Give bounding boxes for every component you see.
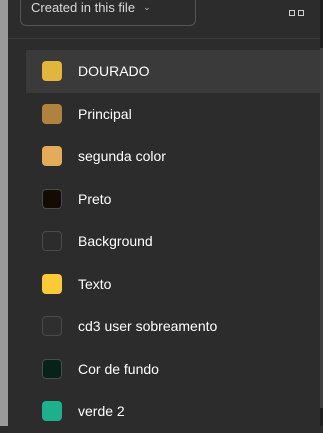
color-style-label: cd3 user sobreamento: [78, 318, 218, 335]
filter-dropdown-label: Created in this file: [31, 0, 136, 15]
grid-cell-right: [298, 10, 304, 16]
color-style-item[interactable]: Preto: [26, 178, 320, 221]
color-style-list: DOURADO Principal segunda color Preto Backgr…: [26, 50, 320, 433]
color-style-label: Principal: [78, 105, 132, 122]
color-style-item[interactable]: cd3 user sobreamento: [26, 305, 320, 348]
color-style-item[interactable]: verde 2: [26, 390, 320, 433]
color-style-item[interactable]: DOURADO: [26, 50, 320, 93]
color-swatch: [42, 61, 62, 82]
color-style-label: Background: [78, 233, 153, 250]
color-swatch: [42, 231, 62, 252]
filter-dropdown[interactable]: Created in this file ⌄: [20, 0, 196, 26]
color-styles-panel: Created in this file ⌄ DOURADO Principal s…: [8, 0, 320, 426]
color-swatch: [42, 316, 62, 337]
color-style-item[interactable]: Cor de fundo: [26, 348, 320, 391]
color-style-item[interactable]: Principal: [26, 93, 320, 136]
left-panel-edge: [0, 0, 8, 426]
grid-cell-left: [289, 10, 295, 16]
color-style-label: DOURADO: [78, 63, 150, 80]
color-style-label: Cor de fundo: [78, 360, 159, 377]
color-swatch: [42, 358, 62, 379]
grid-view-icon[interactable]: [289, 8, 309, 18]
color-swatch: [42, 188, 62, 209]
color-swatch: [42, 146, 62, 167]
panel-header: Created in this file ⌄: [8, 0, 320, 39]
color-swatch: [42, 273, 62, 294]
color-style-item[interactable]: Texto: [26, 263, 320, 306]
color-style-item[interactable]: segunda color: [26, 135, 320, 178]
color-style-label: verde 2: [78, 403, 125, 420]
chevron-down-icon: ⌄: [143, 1, 151, 12]
color-swatch: [42, 103, 62, 124]
color-style-label: Preto: [78, 190, 112, 207]
color-style-item[interactable]: Background: [26, 220, 320, 263]
color-style-label: Texto: [78, 275, 112, 292]
color-style-label: segunda color: [78, 148, 166, 165]
color-swatch: [42, 401, 62, 422]
